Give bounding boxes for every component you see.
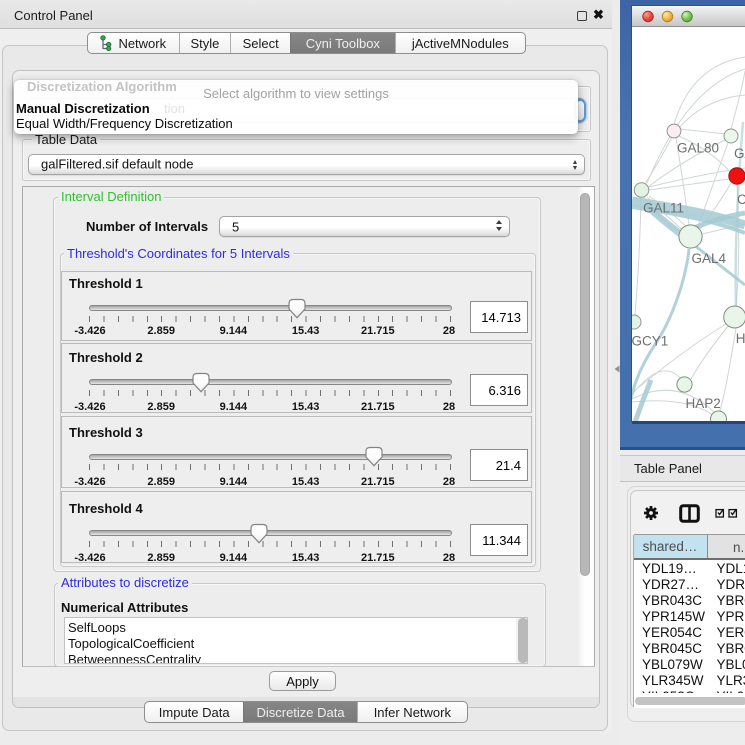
svg-text:HI: HI [736,331,745,346]
svg-text:HAP2: HAP2 [686,396,721,411]
svg-text:GAL4: GAL4 [692,251,727,266]
svg-text:GAL80: GAL80 [677,141,719,156]
svg-text:GA: GA [734,146,745,161]
svg-text:CA: CA [737,192,745,207]
svg-text:GCY1: GCY1 [632,334,668,349]
svg-text:GAL11: GAL11 [643,200,684,215]
